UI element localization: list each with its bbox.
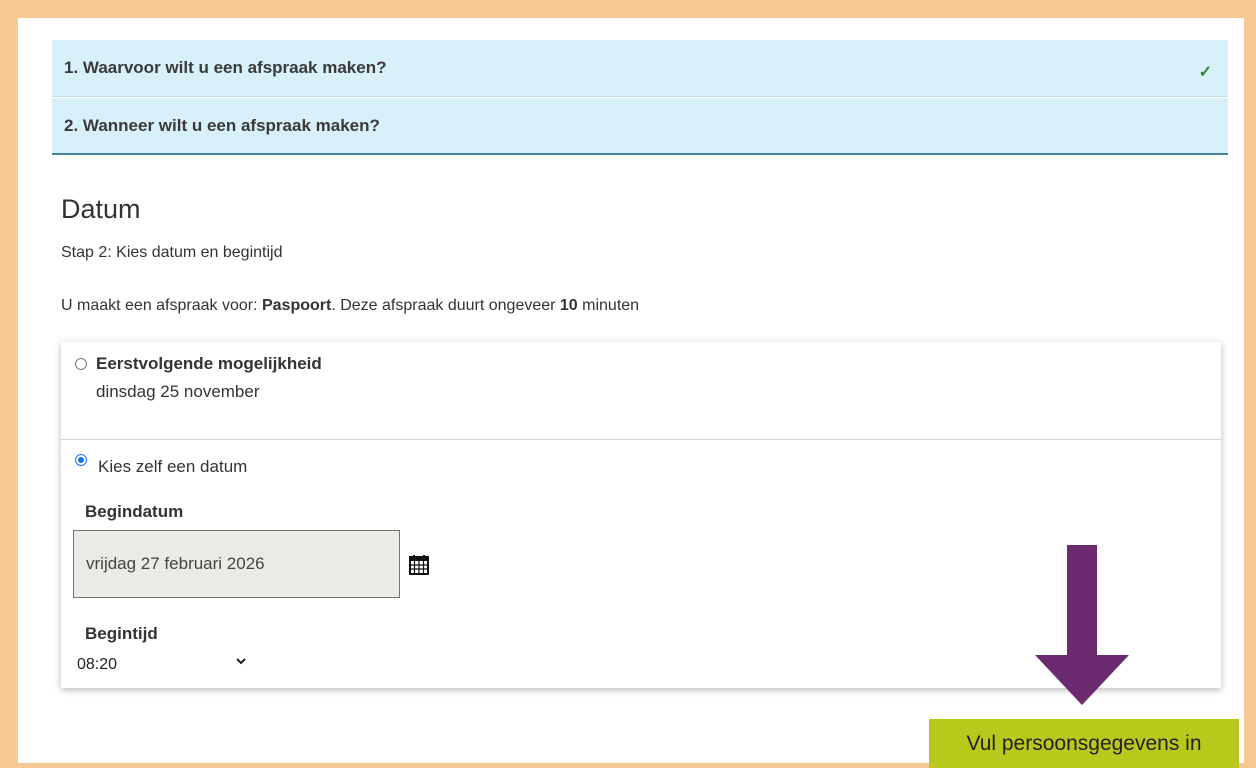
- calendar-icon[interactable]: [408, 554, 430, 576]
- first-available-title: Eerstvolgende mogelijkheid: [96, 354, 322, 373]
- start-time-select[interactable]: 08:20: [77, 652, 257, 678]
- option-first-available[interactable]: Eerstvolgende mogelijkheid dinsdag 25 no…: [61, 342, 1221, 440]
- start-time-label: Begintijd: [85, 624, 158, 643]
- section-title: Datum: [61, 194, 141, 224]
- info-mid: . Deze afspraak duurt ongeveer: [331, 297, 560, 314]
- choose-date-radio[interactable]: [75, 454, 87, 466]
- fill-personal-details-button[interactable]: Vul persoonsgegevens in: [929, 719, 1239, 768]
- down-arrow-icon: [1035, 545, 1129, 705]
- page-container: 1. Waarvoor wilt u een afspraak maken? ✓…: [18, 18, 1244, 768]
- start-date-input[interactable]: vrijdag 27 februari 2026: [73, 530, 400, 598]
- section-subtitle: Stap 2: Kies datum en begintijd: [61, 244, 283, 261]
- step-2-label: 2. Wanneer wilt u een afspraak maken?: [64, 115, 380, 135]
- appointment-info: U maakt een afspraak voor: Paspoort. Dez…: [61, 297, 639, 315]
- start-date-label: Begindatum: [85, 502, 184, 521]
- info-suffix: minuten: [577, 297, 640, 314]
- chevron-down-icon[interactable]: [235, 655, 247, 667]
- product-name: Paspoort: [261, 297, 332, 314]
- first-available-date: dinsdag 25 november: [96, 382, 260, 401]
- first-available-radio[interactable]: [75, 358, 87, 370]
- step-1-header[interactable]: 1. Waarvoor wilt u een afspraak maken? ✓: [52, 40, 1228, 97]
- checkmark-icon: ✓: [1198, 64, 1212, 81]
- info-prefix: U maakt een afspraak voor:: [61, 297, 262, 314]
- choose-date-label[interactable]: Kies zelf een datum: [98, 457, 247, 477]
- step-1-label: 1. Waarvoor wilt u een afspraak maken?: [64, 58, 387, 77]
- step-2-header[interactable]: 2. Wanneer wilt u een afspraak maken?: [52, 98, 1228, 155]
- duration-value: 10: [559, 297, 578, 314]
